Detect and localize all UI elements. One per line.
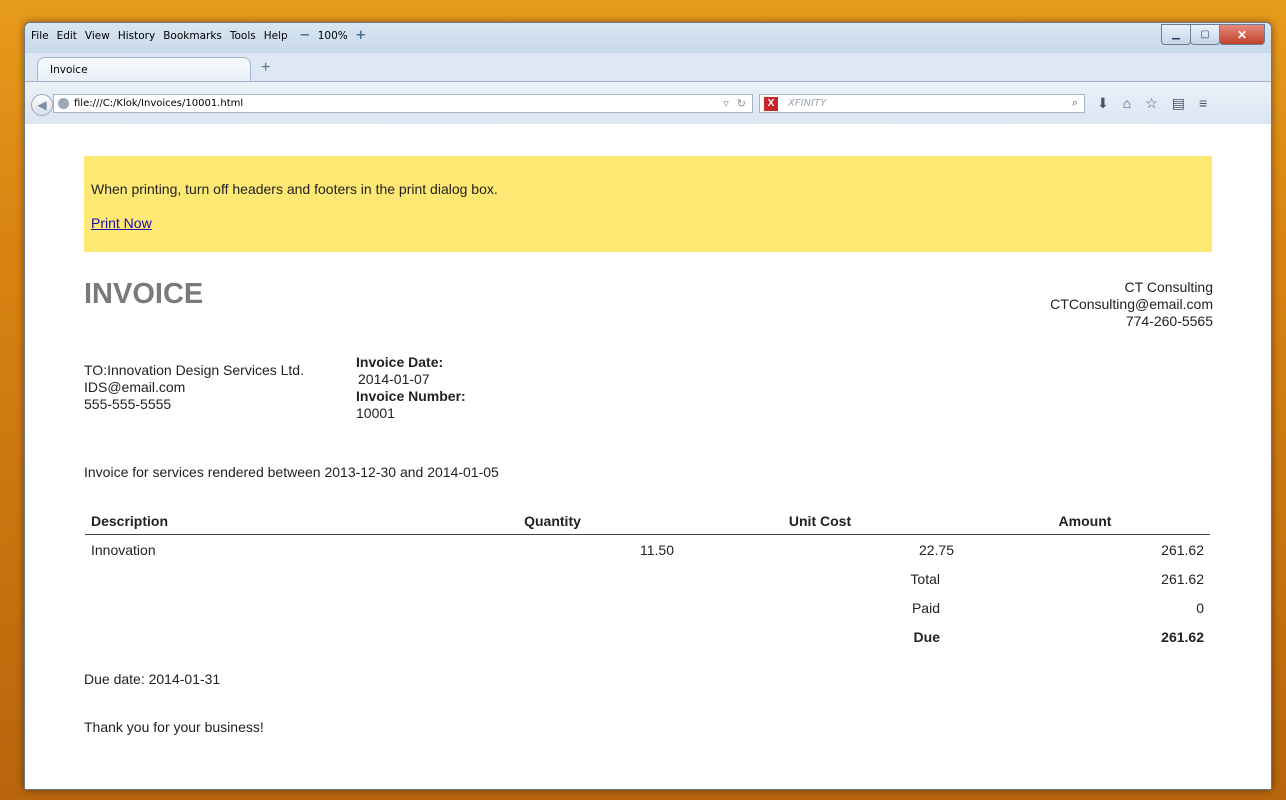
zoom-level: 100% bbox=[317, 30, 348, 42]
paid-label: Paid bbox=[911, 599, 940, 616]
navigation-bar: ◀ file:///C:/Klok/Invoices/10001.html ▿ … bbox=[25, 81, 1271, 125]
col-description: Description bbox=[85, 508, 425, 535]
search-bar[interactable]: X XFINITY ⌕ bbox=[759, 94, 1085, 113]
dropdown-history-icon[interactable]: ▿ bbox=[723, 97, 729, 110]
title-bar: File Edit View History Bookmarks Tools H… bbox=[25, 23, 1271, 53]
table-header-row: Description Quantity Unit Cost Amount bbox=[85, 508, 1210, 535]
search-icon[interactable]: ⌕ bbox=[1072, 97, 1078, 110]
menu-bookmarks[interactable]: Bookmarks bbox=[163, 30, 222, 42]
cell-description: Innovation bbox=[91, 541, 156, 558]
total-row: Total 261.62 bbox=[85, 564, 1210, 593]
from-block: CT Consulting CTConsulting@email.com 774… bbox=[1050, 279, 1213, 330]
to-phone: 555-555-5555 bbox=[84, 396, 172, 412]
invoice-number-value: 10001 bbox=[356, 405, 395, 421]
to-email: IDS@email.com bbox=[84, 379, 186, 395]
invoice-table: Description Quantity Unit Cost Amount In… bbox=[85, 508, 1210, 651]
invoice-title: INVOICE bbox=[84, 278, 204, 310]
menu-view[interactable]: View bbox=[85, 30, 110, 42]
menu-history[interactable]: History bbox=[118, 30, 155, 42]
to-block: TO:Innovation Design Services Ltd. IDS@e… bbox=[84, 362, 304, 413]
url-text: file:///C:/Klok/Invoices/10001.html bbox=[74, 98, 244, 109]
reload-icon[interactable]: ↻ bbox=[737, 97, 746, 110]
minimize-button[interactable]: ▁ bbox=[1161, 24, 1191, 45]
cell-unit-cost: 22.75 bbox=[918, 541, 954, 558]
col-unit-cost: Unit Cost bbox=[680, 508, 960, 535]
zoom-control: − 100% + bbox=[298, 29, 368, 43]
empty-cell bbox=[425, 622, 680, 651]
menu-bar: File Edit View History Bookmarks Tools H… bbox=[31, 29, 368, 43]
print-now-link[interactable]: Print Now bbox=[91, 215, 152, 231]
cell-quantity: 11.50 bbox=[640, 541, 674, 558]
toolbar-icons: ⬇ ⌂ ☆ ▤ ≡ bbox=[1097, 95, 1207, 112]
search-engine-icon[interactable]: X bbox=[764, 96, 778, 111]
empty-cell bbox=[425, 564, 680, 593]
invoice-number-label: Invoice Number: bbox=[356, 388, 466, 404]
total-value: 261.62 bbox=[1161, 570, 1204, 587]
menu-tools[interactable]: Tools bbox=[230, 30, 256, 42]
cell-amount: 261.62 bbox=[1161, 541, 1204, 558]
new-tab-icon[interactable]: + bbox=[261, 59, 270, 77]
col-quantity: Quantity bbox=[425, 508, 680, 535]
to-name: TO:Innovation Design Services Ltd. bbox=[84, 362, 304, 378]
zoom-in-icon[interactable]: + bbox=[354, 29, 368, 43]
reading-list-icon[interactable]: ▤ bbox=[1172, 95, 1185, 112]
col-amount: Amount bbox=[960, 508, 1210, 535]
page-content: When printing, turn off headers and foot… bbox=[25, 124, 1271, 789]
thank-you-note: Thank you for your business! bbox=[84, 719, 264, 735]
tab-label: Invoice bbox=[50, 63, 88, 76]
browser-window: File Edit View History Bookmarks Tools H… bbox=[24, 22, 1272, 790]
menu-help[interactable]: Help bbox=[264, 30, 288, 42]
invoice-date-value: 2014-01-07 bbox=[358, 371, 430, 387]
due-value: 261.62 bbox=[1161, 628, 1204, 645]
empty-cell bbox=[425, 593, 680, 622]
paid-value: 0 bbox=[1196, 599, 1204, 616]
from-email: CTConsulting@email.com bbox=[1050, 296, 1213, 312]
url-actions: ▿ ↻ bbox=[723, 97, 746, 110]
maximize-button[interactable]: ▢ bbox=[1190, 24, 1220, 45]
print-notice: When printing, turn off headers and foot… bbox=[84, 156, 1212, 252]
invoice-date-label: Invoice Date: bbox=[356, 354, 444, 370]
close-button[interactable]: ✕ bbox=[1219, 24, 1265, 45]
tab-invoice[interactable]: Invoice bbox=[37, 57, 251, 81]
tab-strip: Invoice + bbox=[25, 53, 1271, 81]
invoice-meta: Invoice Date: 2014-01-07 Invoice Number:… bbox=[356, 354, 466, 422]
due-label: Due bbox=[913, 628, 940, 645]
table-row: Innovation 11.50 22.75 261.62 bbox=[85, 535, 1210, 564]
url-bar[interactable]: file:///C:/Klok/Invoices/10001.html ▿ ↻ bbox=[53, 94, 753, 113]
site-identity-icon[interactable] bbox=[58, 98, 69, 109]
back-button[interactable]: ◀ bbox=[31, 94, 53, 116]
search-placeholder: XFINITY bbox=[788, 98, 827, 109]
menu-hamburger-icon[interactable]: ≡ bbox=[1199, 95, 1207, 112]
due-row: Due 261.62 bbox=[85, 622, 1210, 651]
back-arrow-icon: ◀ bbox=[37, 98, 47, 112]
paid-row: Paid 0 bbox=[85, 593, 1210, 622]
empty-cell bbox=[85, 564, 425, 593]
menu-file[interactable]: File bbox=[31, 30, 49, 42]
menu-edit[interactable]: Edit bbox=[57, 30, 77, 42]
total-label: Total bbox=[910, 570, 940, 587]
due-date: Due date: 2014-01-31 bbox=[84, 671, 221, 687]
empty-cell bbox=[85, 593, 425, 622]
home-icon[interactable]: ⌂ bbox=[1123, 95, 1131, 112]
bookmark-star-icon[interactable]: ☆ bbox=[1145, 95, 1158, 112]
from-phone: 774-260-5565 bbox=[1125, 313, 1213, 329]
empty-cell bbox=[85, 622, 425, 651]
print-notice-text: When printing, turn off headers and foot… bbox=[91, 181, 498, 197]
from-name: CT Consulting bbox=[1124, 279, 1213, 295]
window-controls: ▁ ▢ ✕ bbox=[1161, 24, 1265, 45]
download-icon[interactable]: ⬇ bbox=[1097, 95, 1109, 112]
services-period: Invoice for services rendered between 20… bbox=[84, 464, 499, 480]
zoom-out-icon[interactable]: − bbox=[298, 29, 312, 43]
